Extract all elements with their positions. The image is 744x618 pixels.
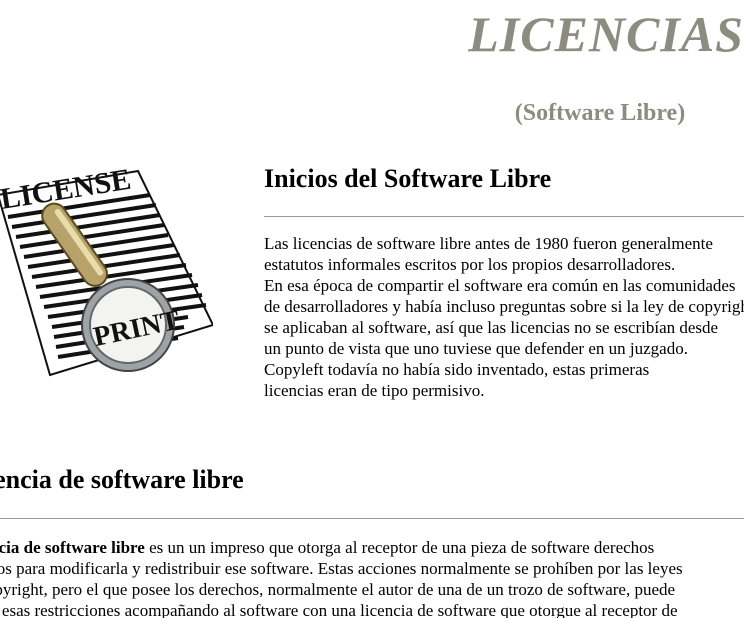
paragraph-line: Licencia de software libre es un un impr… — [0, 537, 744, 558]
paragraph-line-text: es un un impreso que otorga al receptor … — [144, 538, 655, 557]
page: LICENCIAS (Software Libre) LICENSE PRINT… — [0, 0, 744, 618]
license-magnifier-image: LICENSE PRINT — [0, 165, 213, 377]
paragraph-line: de copyright, pero el que posee los dere… — [0, 580, 676, 599]
section-licencia: Licencia de software libre Licencia de s… — [0, 460, 744, 618]
paragraph-line: un punto de vista que uno tuviese que de… — [264, 339, 688, 358]
section-divider — [0, 518, 744, 519]
paragraph-line: licencias eran de tipo permisivo. — [264, 381, 485, 400]
paragraph-line: de desarrolladores y había incluso pregu… — [264, 297, 744, 316]
paragraph-line: amplios para modificarla y redistribuir … — [0, 559, 683, 578]
section-paragraph-inicios: Las licencias de software libre antes de… — [264, 233, 744, 401]
paragraph-line: estatutos informales escritos por los pr… — [264, 255, 676, 274]
paragraph-line: En esa época de compartir el software er… — [264, 276, 736, 295]
section-inicios: Inicios del Software Libre Las licencias… — [264, 160, 744, 401]
section-heading-inicios: Inicios del Software Libre — [264, 164, 552, 193]
site-title: LICENCIAS — [468, 6, 744, 62]
paragraph-line: Copyleft todavía no había sido inventado… — [264, 360, 650, 379]
paragraph-line: se aplicaban al software, así que las li… — [264, 318, 719, 337]
site-subtitle: (Software Libre) — [514, 100, 686, 126]
paragraph-line: Las licencias de software libre antes de… — [264, 234, 713, 253]
section-paragraph-licencia: Licencia de software libre es un un impr… — [0, 537, 744, 618]
section-heading-licencia: Licencia de software libre — [0, 465, 244, 494]
paragraph-term: Licencia de software libre — [0, 538, 145, 557]
section-divider — [264, 216, 744, 217]
paragraph-line: quitar esas restricciones acompañando al… — [0, 601, 678, 618]
